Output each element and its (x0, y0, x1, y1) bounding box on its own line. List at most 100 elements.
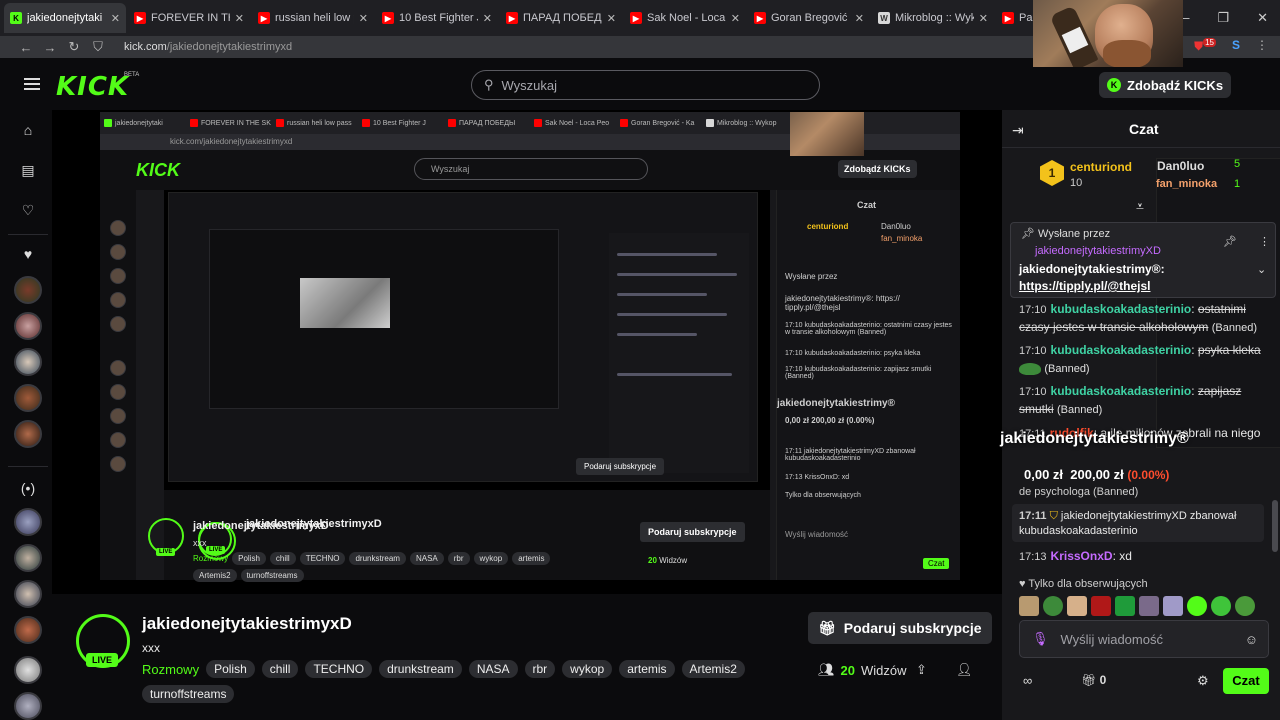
recommended-channel-avatar[interactable] (14, 580, 42, 608)
browser-tab[interactable]: W Mikroblog :: Wykop ✕ (872, 3, 994, 33)
message-user[interactable]: KrissOnxD (1051, 549, 1113, 563)
nested-msg: 17:10 kubudaskoakadasterinio: psyka klek… (785, 350, 921, 357)
youtube-favicon-icon (276, 119, 284, 127)
emote-icon[interactable] (1139, 596, 1159, 616)
followed-channel-avatar[interactable] (14, 276, 42, 304)
browser-tab[interactable]: ▶ Goran Bregović - Ka ✕ (748, 3, 870, 33)
followed-channel-avatar[interactable] (14, 420, 42, 448)
share-icon[interactable]: ⇪ (916, 662, 927, 678)
forward-icon[interactable]: → (38, 40, 62, 55)
ublock-icon[interactable]: ⛊ 15 (1194, 38, 1216, 54)
kick-logo[interactable]: KICK (56, 72, 129, 102)
tag[interactable]: drunkstream (379, 660, 462, 678)
unpin-icon[interactable]: 📌︎ (1223, 235, 1237, 248)
close-icon[interactable]: ✕ (855, 12, 864, 25)
browser-tab[interactable]: ▶ FOREVER IN THE SK ✕ (128, 3, 250, 33)
nested-logo: KICK (136, 160, 180, 180)
nested-video-deeper (168, 192, 758, 482)
s-extension-icon[interactable]: S (1232, 38, 1240, 54)
pinned-user[interactable]: jakiedonejtytakiestrimyXD (1035, 245, 1161, 257)
browser-tab[interactable]: ▶ russian heli low pass ✕ (252, 3, 374, 33)
channel-points-icon[interactable]: ∞ (1023, 673, 1032, 688)
message-user[interactable]: kubudaskoakadasterinio (1051, 384, 1192, 398)
emote-icon[interactable] (1115, 596, 1135, 616)
nested-avatar (110, 360, 126, 376)
browse-icon[interactable]: ▤ (18, 162, 38, 182)
tag[interactable]: TECHNO (305, 660, 373, 678)
tag[interactable]: wykop (562, 660, 613, 678)
mod-target[interactable]: kubudaskoakadasterinio (1019, 525, 1138, 537)
browser-tab[interactable]: ▶ ПАРАД ПОБЕДЫ ✕ (500, 3, 622, 33)
emote-icon[interactable] (1067, 596, 1087, 616)
home-icon[interactable]: ⌂ (18, 122, 38, 142)
followed-channel-avatar[interactable] (14, 312, 42, 340)
tag[interactable]: Polish (206, 660, 255, 678)
close-icon[interactable]: ✕ (111, 12, 120, 25)
close-icon[interactable]: ✕ (483, 12, 492, 25)
search-input[interactable]: ⚲ Wyszukaj (471, 70, 820, 100)
chat-settings-icon[interactable]: ⚙ (1197, 673, 1209, 689)
chat-scrollbar[interactable] (1272, 500, 1278, 552)
recommended-channel-avatar[interactable] (14, 692, 42, 720)
menu-dots-icon[interactable]: ⋮ (1256, 38, 1268, 54)
close-window-icon[interactable]: ✕ (1257, 10, 1268, 26)
close-icon[interactable]: ✕ (979, 12, 988, 25)
tag[interactable]: artemis (619, 660, 675, 678)
followed-channel-avatar[interactable] (14, 384, 42, 412)
browser-tab[interactable]: ▶ 10 Best Fighter J ✕ (376, 3, 498, 33)
mod-user[interactable]: jakiedonejtytakiestrimyXD (1061, 510, 1187, 522)
chat-message-input[interactable]: 🎙︎ Wyślij wiadomość ☺ (1019, 620, 1269, 658)
maximize-icon[interactable]: ❐ (1217, 10, 1229, 26)
emote-icon[interactable] (1043, 596, 1063, 616)
recommended-channel-avatar[interactable] (14, 616, 42, 644)
collapse-chat-icon[interactable]: ⇥ (1012, 122, 1024, 139)
url-field[interactable]: kick.com/jakiedonejtytakiestrimyxd (124, 41, 292, 53)
emote-icon[interactable] (1019, 596, 1039, 616)
browser-tab-kick[interactable]: Kjakiedonejtytaki ✕ (4, 3, 126, 33)
leaderboard-name[interactable]: centuriond (1070, 160, 1132, 174)
recommended-channel-avatar[interactable] (14, 656, 42, 684)
message-user[interactable]: kubudaskoakadasterinio (1051, 302, 1192, 316)
recommended-channel-avatar[interactable] (14, 544, 42, 572)
close-icon[interactable]: ✕ (607, 12, 616, 25)
expand-leaderboard-icon[interactable]: ⩡ (1136, 198, 1144, 215)
close-icon[interactable]: ✕ (731, 12, 740, 25)
emote-icon[interactable] (1211, 596, 1231, 616)
pepe-emote-icon (1019, 362, 1041, 375)
video-player[interactable]: jakiedonejtytaki FOREVER IN THE SK russi… (52, 110, 1002, 594)
tag[interactable]: Artemis2 (681, 660, 745, 678)
chevron-down-icon[interactable]: ⌄ (1257, 263, 1266, 276)
message-user[interactable]: kubudaskoakadasterinio (1051, 343, 1192, 357)
divider (8, 466, 48, 467)
tag[interactable]: chill (261, 660, 299, 678)
send-chat-button[interactable]: Czat (1223, 668, 1269, 694)
followed-channel-avatar[interactable] (14, 348, 42, 376)
following-heart-icon[interactable]: ♡ (18, 202, 38, 222)
pinned-link[interactable]: https://tipply.pl/@thejsl (1019, 279, 1150, 293)
emote-icon[interactable] (1091, 596, 1111, 616)
tag[interactable]: NASA (468, 660, 518, 678)
follow-user-icon[interactable]: 👤︎ (956, 662, 973, 678)
recommended-channel-avatar[interactable] (14, 508, 42, 536)
leaderboard-name[interactable]: fan_minoka (1156, 178, 1217, 190)
points-counter: 🎁︎ 0 (1081, 673, 1106, 687)
emote-icon[interactable] (1187, 596, 1207, 616)
close-icon[interactable]: ✕ (359, 12, 368, 25)
reload-icon[interactable]: ↻ (62, 39, 86, 55)
gift-subscription-button[interactable]: 🎁︎ Podaruj subskrypcje (808, 612, 992, 644)
more-options-icon[interactable]: ⋮ (1259, 235, 1270, 248)
streamer-name[interactable]: jakiedonejtytakiestrimyxD (142, 614, 352, 634)
hamburger-menu-icon[interactable] (24, 78, 40, 90)
category-link[interactable]: Rozmowy (142, 662, 199, 677)
emoji-icon[interactable]: ☺ (1245, 632, 1258, 647)
emote-icon[interactable] (1163, 596, 1183, 616)
emote-icon[interactable] (1235, 596, 1255, 616)
get-kicks-button[interactable]: K Zdobądź KICKs (1099, 72, 1232, 98)
close-icon[interactable]: ✕ (235, 12, 244, 25)
browser-tab[interactable]: ▶ Sak Noel - Loca Peo ✕ (624, 3, 746, 33)
shield-icon[interactable]: ⛉ (86, 39, 110, 55)
back-icon[interactable]: ← (14, 40, 38, 55)
tag[interactable]: rbr (524, 660, 556, 678)
tag[interactable]: turnoffstreams (142, 685, 235, 703)
nested-overlay-name: jakiedonejtytakiestrimy® (777, 398, 895, 409)
